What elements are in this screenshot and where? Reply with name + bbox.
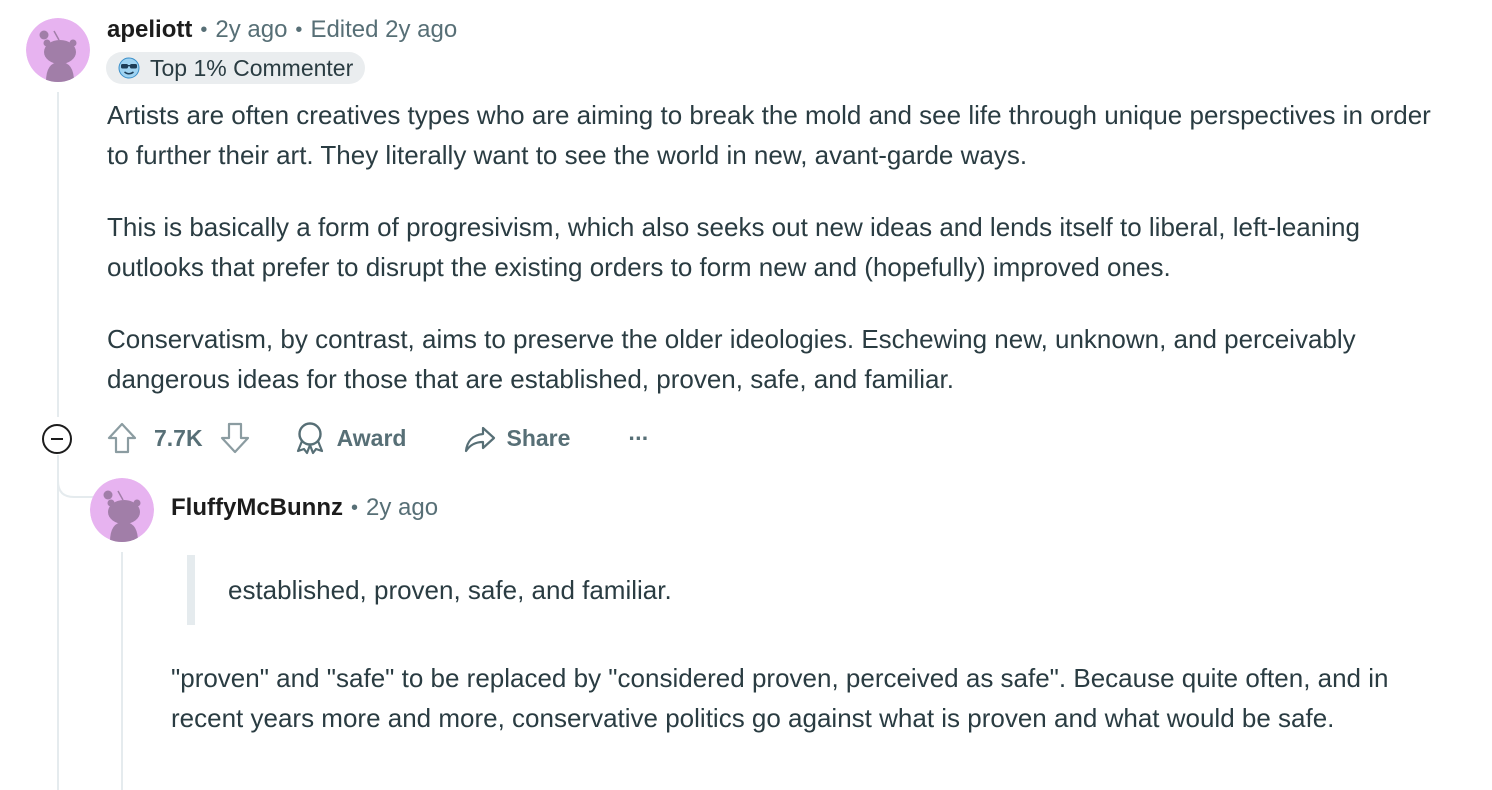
share-label: Share bbox=[506, 424, 571, 451]
comment-paragraph-1: Artists are often creatives types who ar… bbox=[107, 100, 1431, 170]
thread-line-reply[interactable] bbox=[121, 552, 123, 790]
reply-avatar[interactable] bbox=[90, 478, 154, 542]
badge-label: Top 1% Commenter bbox=[150, 54, 354, 81]
reply-username[interactable]: FluffyMcBunnz bbox=[171, 494, 343, 522]
snoo-avatar-icon bbox=[90, 478, 154, 542]
blockquote-bar bbox=[187, 555, 195, 625]
separator-dot: • bbox=[200, 18, 208, 41]
reply-body: "proven" and "safe" to be replaced by "c… bbox=[171, 663, 1389, 733]
sunglasses-emoji-icon bbox=[118, 57, 140, 79]
downvote-icon[interactable] bbox=[219, 421, 251, 455]
comment-paragraph-3: Conservatism, by contrast, aims to prese… bbox=[107, 324, 1356, 394]
separator-dot: • bbox=[295, 18, 303, 41]
comment-edited-label: Edited 2y ago bbox=[310, 16, 458, 43]
collapse-thread-button[interactable] bbox=[42, 424, 72, 454]
reply-timestamp[interactable]: 2y ago bbox=[366, 494, 438, 522]
thread-line-main-lower[interactable] bbox=[57, 460, 59, 790]
snoo-avatar-icon bbox=[26, 18, 90, 82]
comment-timestamp[interactable]: 2y ago bbox=[215, 16, 287, 44]
comment-action-bar: 7.7K Award Share ··· bbox=[106, 420, 649, 456]
share-button[interactable]: Share bbox=[464, 422, 570, 454]
comment-meta: apeliott • 2y ago • Edited 2y ago bbox=[107, 16, 457, 44]
award-button[interactable]: Award bbox=[295, 421, 407, 455]
reply-blockquote: established, proven, safe, and familiar. bbox=[228, 575, 672, 605]
vote-score: 7.7K bbox=[154, 424, 203, 451]
share-icon bbox=[464, 422, 496, 454]
reply-meta: FluffyMcBunnz • 2y ago bbox=[171, 494, 438, 522]
upvote-icon[interactable] bbox=[106, 421, 138, 455]
avatar[interactable] bbox=[26, 18, 90, 82]
reply-connector bbox=[57, 455, 94, 498]
more-options-button[interactable]: ··· bbox=[628, 425, 649, 452]
separator-dot: • bbox=[350, 496, 358, 519]
award-label: Award bbox=[336, 424, 407, 451]
comment-paragraph-2: This is basically a form of progresivism… bbox=[107, 212, 1360, 282]
comment-username[interactable]: apeliott bbox=[107, 16, 192, 44]
thread-line-main[interactable] bbox=[57, 92, 59, 417]
user-flair-badge: Top 1% Commenter bbox=[106, 52, 366, 84]
award-icon bbox=[295, 421, 325, 455]
